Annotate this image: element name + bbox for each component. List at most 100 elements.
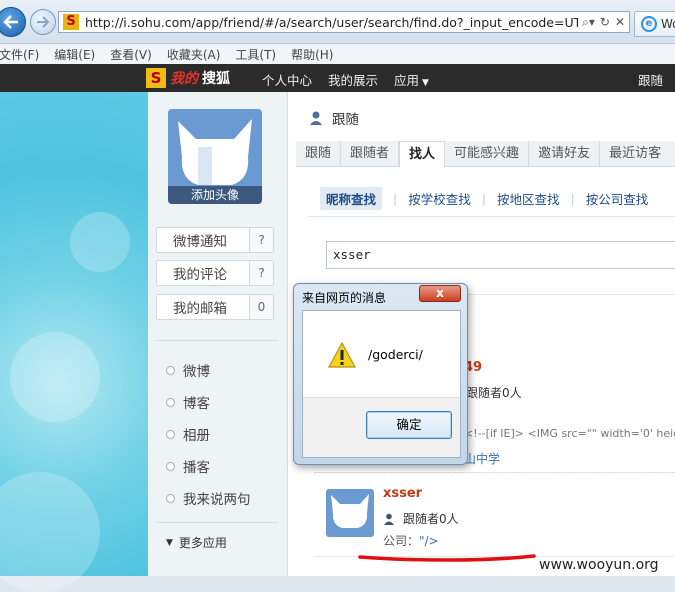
tab-following[interactable]: 跟随 [296,141,342,166]
page-title-text: 跟随 [332,112,359,128]
menu-tools[interactable]: 工具(T) [235,44,285,64]
result-school[interactable]: 山中学 [464,450,500,467]
company-label: 公司： [383,534,420,548]
forward-arrow-icon [37,16,50,28]
sidebar-item-label: 博客 [183,396,210,412]
menu-edit[interactable]: 编辑(E) [54,44,104,64]
dialog-title: 来自网页的消息 [302,291,387,305]
my-comments-count: ? [249,261,273,285]
page-title: 跟随 [308,108,359,128]
sidebar-item-weibo[interactable]: 微博 [166,360,210,380]
warning-icon [327,341,357,368]
refresh-icon[interactable]: ↻ [600,15,610,30]
browser-toolbar: S http://i.sohu.com/app/friend/#/a/searc… [0,0,675,44]
more-apps-link[interactable]: ▼ 更多应用 [166,534,227,551]
separator: | [570,191,575,206]
tab-find-people[interactable]: 找人 [399,141,446,168]
result-followers-row: 跟随者0人 [383,510,459,527]
tab-followers[interactable]: 跟随者 [341,141,400,166]
dialog-footer: 确定 [303,397,460,457]
result-injected-code: <!--[if IE]> <IMG src="" width='0' heigh… [464,427,675,440]
caret-down-icon: ▼ [422,78,429,88]
bullet-icon [166,397,175,407]
ok-button[interactable]: 确定 [366,411,452,439]
address-url[interactable]: http://i.sohu.com/app/friend/#/a/search/… [85,15,578,30]
sidebar-item-label: 播客 [183,460,210,476]
tab-may-interest[interactable]: 可能感兴趣 [445,141,530,166]
red-underline-annotation [358,554,536,562]
forward-button[interactable] [30,9,56,35]
browser-tab-label: Wo [661,17,675,31]
back-button[interactable] [0,7,26,37]
weibo-notice-label: 微博通知 [173,234,227,250]
nav-my-showcase[interactable]: 我的展示 [328,70,378,89]
logo-text-mine: 我的 [170,71,198,87]
my-mailbox-label: 我的邮箱 [173,301,227,317]
avatar[interactable]: 添加头像 [168,109,262,204]
sidebar-item-label: 微博 [183,364,210,380]
site-nav: S 我的 搜狐 个人中心 我的展示 应用 ▼ 跟随 [0,64,675,92]
divider [308,216,675,217]
search-icon[interactable]: ⌕▾ [582,15,595,30]
nav-follow[interactable]: 跟随 [638,70,663,89]
more-apps-label: 更多应用 [178,536,227,550]
separator: | [393,191,398,206]
weibo-notice-count: ? [249,228,273,252]
result-followers: 跟随者0人 [466,386,522,400]
my-mailbox-count: 0 [249,295,273,319]
dialog-message: /goderci/ [368,347,423,362]
bullet-icon [166,461,175,471]
user-icon [384,513,394,525]
alert-dialog: 来自网页的消息 x /goderci/ 确定 [293,283,468,465]
subtab-school[interactable]: 按学校查找 [408,189,471,208]
search-input[interactable]: xsser [326,241,675,269]
menu-bar: 文件(F) 编辑(E) 查看(V) 收藏夹(A) 工具(T) 帮助(H) [0,44,675,64]
divider [156,522,278,523]
add-avatar-label[interactable]: 添加头像 [168,186,262,204]
subtab-nickname[interactable]: 昵称查找 [320,187,383,210]
ie-logo-icon: e [641,16,657,32]
address-bar[interactable]: S http://i.sohu.com/app/friend/#/a/searc… [58,11,630,33]
result-name[interactable]: xsser [383,486,422,501]
sidebar-item-blog[interactable]: 博客 [166,392,210,412]
nav-apps-label: 应用 [394,73,420,88]
sidebar-item-podcast[interactable]: 播客 [166,456,210,476]
sohu-logo[interactable]: S 我的 搜狐 [146,68,230,88]
watermark: www.wooyun.org [539,557,659,573]
my-mailbox-button[interactable]: 我的邮箱 0 [156,294,274,320]
nav-personal-center[interactable]: 个人中心 [262,70,312,89]
tab-bar: 跟随 跟随者 找人 可能感兴趣 邀请好友 最近访客 [296,141,675,168]
tab-recent-visitors[interactable]: 最近访客 [600,141,670,166]
sidebar-item-label: 相册 [183,428,210,444]
menu-favorites[interactable]: 收藏夹(A) [167,44,230,64]
result-company: 公司："/> [383,532,439,549]
weibo-notice-button[interactable]: 微博通知 ? [156,227,274,253]
sidebar-item-comments[interactable]: 我来说两句 [166,488,251,508]
subtab-company[interactable]: 按公司查找 [586,189,649,208]
sohu-logo-icon: S [146,68,166,88]
divider [156,340,278,341]
close-button[interactable]: x [419,285,461,302]
nav-apps[interactable]: 应用 ▼ [394,70,429,89]
logo-text-sohu: 搜狐 [202,71,230,87]
sidebar: 添加头像 微博通知 ? 我的评论 ? 我的邮箱 0 微博 博客 相册 播客 我来… [148,92,288,576]
result-avatar[interactable] [326,489,374,537]
default-avatar-icon [331,494,369,528]
subtab-region[interactable]: 按地区查找 [497,189,560,208]
my-comments-label: 我的评论 [173,267,227,283]
sidebar-item-album[interactable]: 相册 [166,424,210,444]
bullet-icon [166,365,175,375]
stop-icon[interactable]: ✕ [615,15,625,30]
menu-view[interactable]: 查看(V) [110,44,161,64]
tab-invite-friends[interactable]: 邀请好友 [529,141,601,166]
menu-help[interactable]: 帮助(H) [291,44,342,64]
bullet-icon [166,493,175,503]
triangle-down-icon: ▼ [166,537,173,548]
separator: | [481,191,486,206]
sidebar-item-label: 我来说两句 [183,492,251,508]
my-comments-button[interactable]: 我的评论 ? [156,260,274,286]
menu-file[interactable]: 文件(F) [0,44,48,64]
back-arrow-icon [3,15,18,29]
company-value[interactable]: "/> [419,534,439,548]
browser-tab[interactable]: e Wo [634,11,675,37]
